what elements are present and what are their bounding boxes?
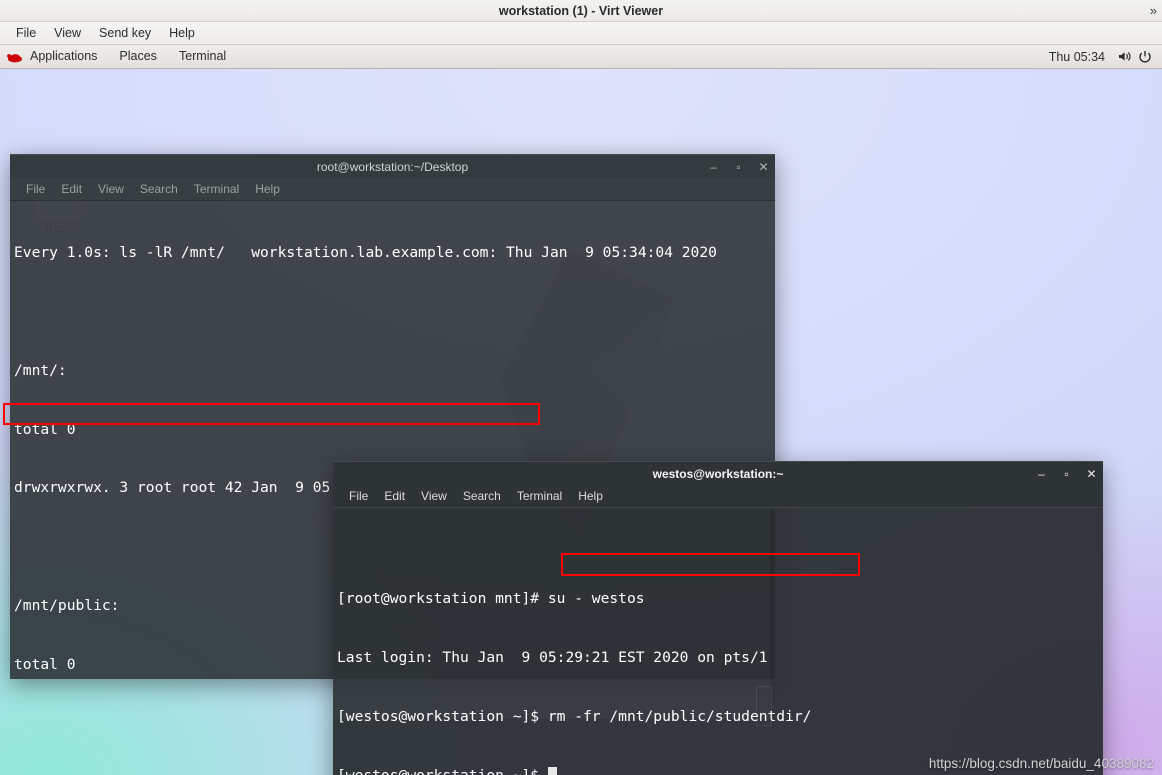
panel-clock[interactable]: Thu 05:34 — [1039, 50, 1115, 64]
close-button[interactable]: ✕ — [758, 155, 769, 179]
screen-root: workstation (1) - Virt Viewer » File Vie… — [0, 0, 1162, 775]
menu-item-file[interactable]: File — [7, 22, 45, 44]
terminal-line: [root@workstation mnt]# su - westos — [337, 590, 645, 608]
window1-controls: – ▫ ✕ — [708, 155, 769, 179]
window1-menu-help[interactable]: Help — [247, 178, 288, 200]
panel-status-area: Thu 05:34 — [1039, 45, 1162, 68]
power-icon[interactable] — [1135, 45, 1155, 68]
underlying-window-bleed — [333, 508, 770, 719]
window2-menu-edit[interactable]: Edit — [376, 485, 413, 507]
window1-titlebar[interactable]: root@workstation:~/Desktop – ▫ ✕ — [10, 154, 775, 178]
window1-title: root@workstation:~/Desktop — [316, 160, 469, 174]
panel-item-applications[interactable]: Applications — [19, 45, 108, 68]
window1-menu-view[interactable]: View — [90, 178, 132, 200]
virt-viewer-menubar: File View Send key Help — [0, 22, 1162, 45]
window2-menu-search[interactable]: Search — [455, 485, 509, 507]
overflow-chevron-icon[interactable]: » — [1150, 0, 1157, 22]
window1-menu-file[interactable]: File — [18, 178, 53, 200]
virt-viewer-titlebar: workstation (1) - Virt Viewer » — [0, 0, 1162, 22]
window2-controls: – ▫ ✕ — [1036, 462, 1097, 486]
minimize-button[interactable]: – — [1036, 462, 1047, 486]
terminal-line: total 0 — [14, 420, 76, 438]
redhat-icon — [6, 50, 23, 64]
window2-menu-terminal[interactable]: Terminal — [509, 485, 570, 507]
terminal-line: Last login: Thu Jan 9 05:29:21 EST 2020 … — [337, 649, 768, 667]
volume-icon[interactable] — [1115, 45, 1135, 68]
window1-menubar: File Edit View Search Terminal Help — [10, 178, 775, 201]
window1-menu-edit[interactable]: Edit — [53, 178, 90, 200]
window2-terminal-output[interactable]: [root@workstation mnt]# su - westos Last… — [333, 508, 1103, 775]
menu-item-send-key[interactable]: Send key — [90, 22, 160, 44]
gnome-top-panel: Applications Places Terminal Thu 05:34 — [0, 45, 1162, 69]
prompt-text: [westos@workstation ~]$ — [337, 767, 548, 775]
text-cursor — [547, 766, 557, 775]
close-button[interactable]: ✕ — [1086, 462, 1097, 486]
panel-item-terminal[interactable]: Terminal — [168, 45, 237, 68]
maximize-button[interactable]: ▫ — [1061, 462, 1072, 486]
terminal-line: Every 1.0s: ls -lR /mnt/ workstation.lab… — [14, 244, 717, 262]
window2-menubar: File Edit View Search Terminal Help — [333, 485, 1103, 508]
menu-item-view[interactable]: View — [45, 22, 90, 44]
terminal-line: /mnt/: — [14, 361, 67, 379]
window1-menu-terminal[interactable]: Terminal — [186, 178, 247, 200]
window2-title: westos@workstation:~ — [652, 467, 784, 481]
window2-titlebar[interactable]: westos@workstation:~ – ▫ ✕ — [333, 461, 1103, 485]
terminal-window-westos[interactable]: westos@workstation:~ – ▫ ✕ File Edit Vie… — [333, 461, 1103, 775]
window1-menu-search[interactable]: Search — [132, 178, 186, 200]
window2-menu-help[interactable]: Help — [570, 485, 611, 507]
terminal-line: [westos@workstation ~]$ rm -fr /mnt/publ… — [337, 707, 812, 725]
minimize-button[interactable]: – — [708, 155, 719, 179]
menu-item-help[interactable]: Help — [160, 22, 204, 44]
watermark-url: https://blog.csdn.net/baidu_40389082 — [928, 756, 1154, 771]
window2-menu-view[interactable]: View — [413, 485, 455, 507]
window2-menu-file[interactable]: File — [341, 485, 376, 507]
virt-viewer-title: workstation (1) - Virt Viewer — [498, 4, 664, 18]
panel-item-places[interactable]: Places — [108, 45, 168, 68]
maximize-button[interactable]: ▫ — [733, 155, 744, 179]
desktop-wallpaper[interactable]: Trash root@workstation:~/Desktop – ▫ ✕ F… — [0, 69, 1162, 775]
